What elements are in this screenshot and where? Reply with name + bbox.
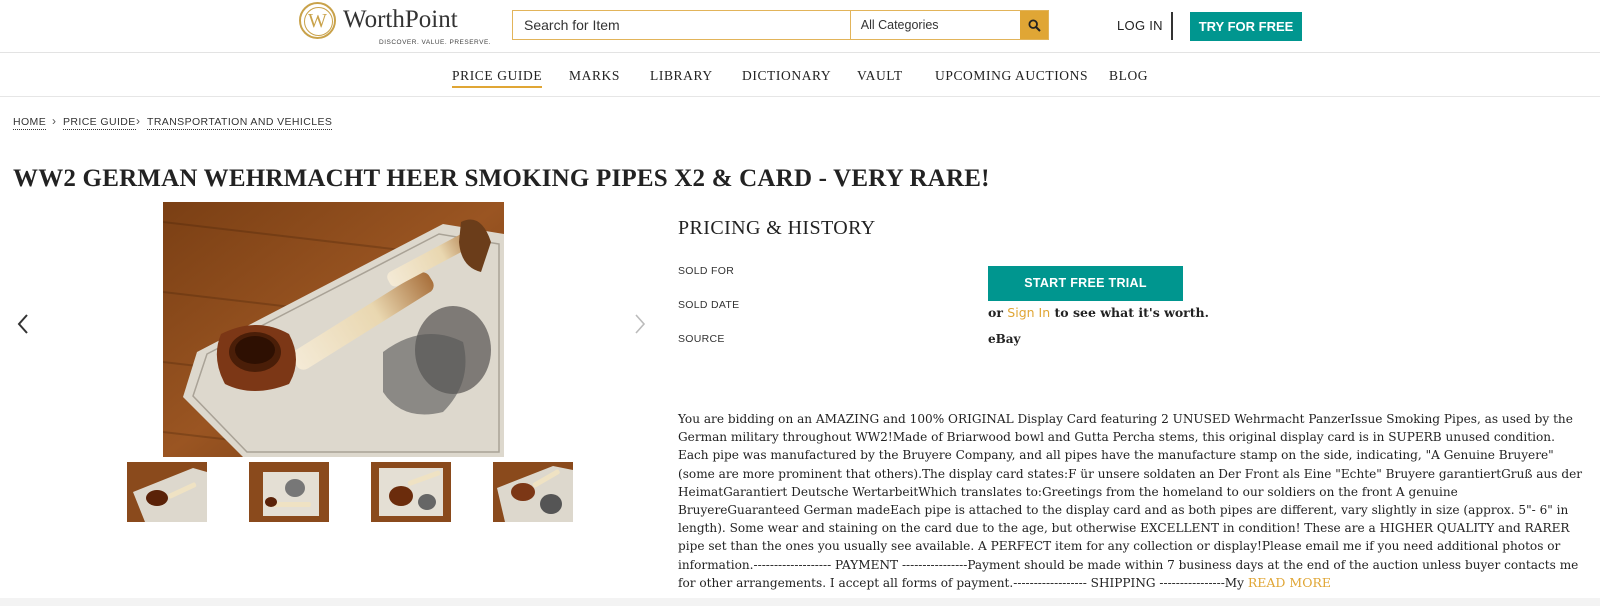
header-divider — [1171, 12, 1173, 40]
breadcrumb-price-guide[interactable]: PRICE GUIDE — [63, 116, 136, 130]
breadcrumb-home[interactable]: HOME — [13, 116, 47, 130]
thumbnail[interactable] — [249, 462, 329, 522]
nav-price-guide[interactable]: PRICE GUIDE — [452, 68, 543, 88]
start-free-trial-button[interactable]: START FREE TRIAL — [988, 266, 1183, 301]
sold-date-label: SOLD DATE — [678, 299, 740, 311]
nav-upcoming-auctions[interactable]: UPCOMING AUCTIONS — [935, 68, 1088, 84]
search-input[interactable] — [513, 11, 850, 39]
or-text: or — [988, 305, 1003, 320]
breadcrumb-separator: › — [136, 114, 140, 128]
thumbnail[interactable] — [493, 462, 573, 522]
main-nav: PRICE GUIDE MARKS LIBRARY DICTIONARY VAU… — [0, 54, 1600, 97]
category-select[interactable]: All Categories — [849, 11, 1020, 39]
breadcrumb-separator: › — [52, 114, 56, 128]
thumbnail[interactable] — [371, 462, 451, 522]
description-text: You are bidding on an AMAZING and 100% O… — [678, 412, 1583, 590]
try-for-free-button[interactable]: TRY FOR FREE — [1190, 12, 1302, 41]
sign-in-link[interactable]: Sign In — [1007, 305, 1050, 320]
item-description: You are bidding on an AMAZING and 100% O… — [678, 410, 1583, 592]
logo-mark: W — [299, 2, 336, 39]
logo-tagline: DISCOVER. VALUE. PRESERVE. — [379, 39, 492, 46]
login-link[interactable]: LOG IN — [1117, 18, 1163, 33]
worthpoint-logo[interactable]: W WorthPoint DISCOVER. VALUE. PRESERVE. — [299, 2, 491, 48]
read-more-link[interactable]: READ MORE — [1248, 575, 1331, 590]
sold-for-label: SOLD FOR — [678, 265, 735, 277]
main-item-image[interactable] — [163, 202, 504, 457]
breadcrumb-category[interactable]: TRANSPORTATION AND VEHICLES — [147, 116, 333, 130]
chevron-right-icon[interactable] — [633, 313, 647, 342]
search-icon — [1028, 18, 1041, 32]
nav-dictionary[interactable]: DICTIONARY — [742, 68, 831, 84]
nav-library[interactable]: LIBRARY — [650, 68, 713, 84]
search-button[interactable] — [1020, 11, 1048, 39]
source-label: SOURCE — [678, 333, 725, 345]
chevron-left-icon[interactable] — [16, 313, 30, 342]
nav-marks[interactable]: MARKS — [569, 68, 620, 84]
nav-vault[interactable]: VAULT — [857, 68, 903, 84]
search-bar: All Categories — [512, 10, 1049, 40]
pricing-heading: PRICING & HISTORY — [678, 217, 876, 239]
sign-in-prompt: or Sign In to see what it's worth. — [988, 305, 1209, 320]
thumbnail[interactable] — [127, 462, 207, 522]
source-value: eBay — [988, 332, 1021, 346]
site-header: W WorthPoint DISCOVER. VALUE. PRESERVE. … — [0, 0, 1600, 53]
logo-name: WorthPoint — [343, 6, 458, 33]
item-title: WW2 GERMAN WEHRMACHT HEER SMOKING PIPES … — [13, 165, 990, 192]
footer-strip — [0, 598, 1600, 606]
nav-blog[interactable]: BLOG — [1109, 68, 1148, 84]
see-worth-text: to see what it's worth. — [1054, 305, 1209, 320]
